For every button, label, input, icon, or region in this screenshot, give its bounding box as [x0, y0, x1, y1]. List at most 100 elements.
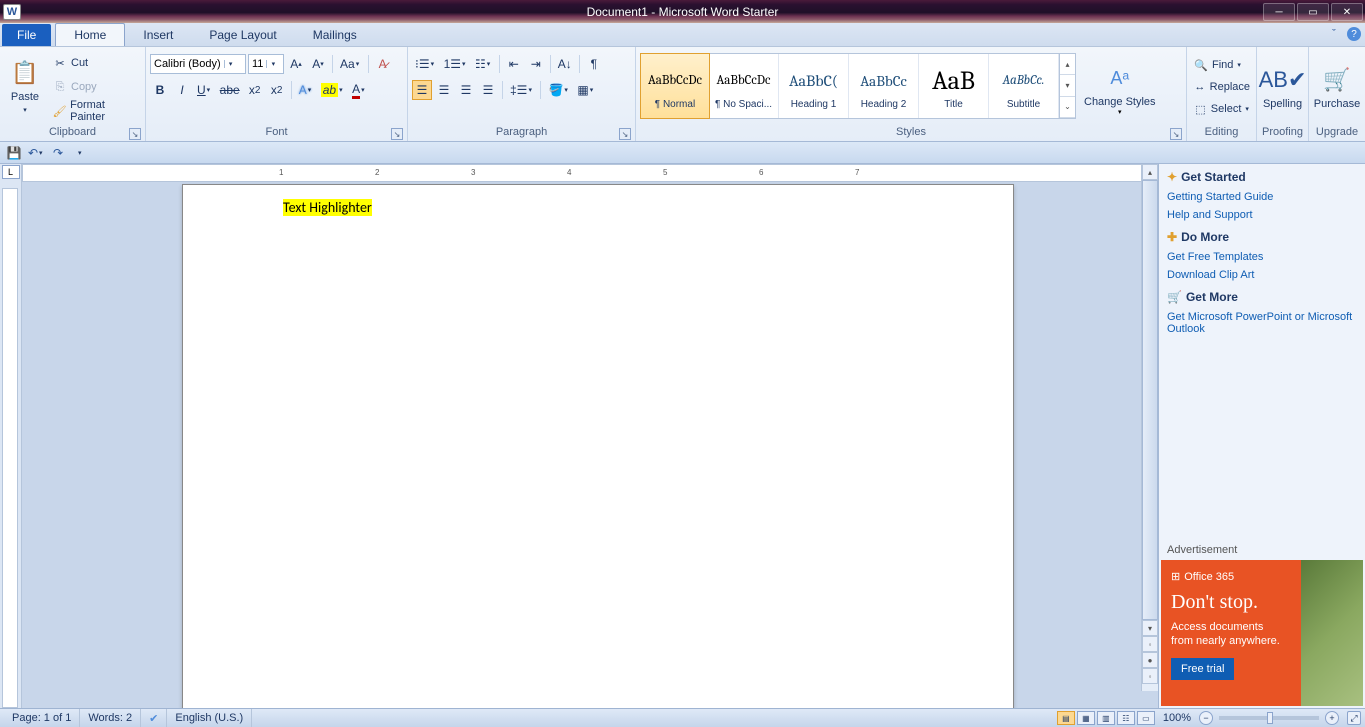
style-item-subtitle[interactable]: AaBbCc.Subtitle — [989, 54, 1059, 118]
zoom-out-button[interactable]: − — [1199, 711, 1213, 725]
zoom-in-button[interactable]: + — [1325, 711, 1339, 725]
scroll-up-button[interactable]: ▴ — [1142, 164, 1158, 180]
maximize-button[interactable]: ▭ — [1297, 3, 1329, 21]
zoom-level[interactable]: 100% — [1157, 712, 1197, 724]
undo-button[interactable]: ↶▾ — [26, 144, 46, 162]
purchase-button[interactable]: 🛒 Purchase — [1313, 49, 1361, 125]
previous-page-button[interactable]: ◦ — [1142, 636, 1158, 652]
style-item-heading-1[interactable]: AaBbC(Heading 1 — [779, 54, 849, 118]
getting-started-guide-link[interactable]: Getting Started Guide — [1167, 188, 1357, 206]
styles-gallery[interactable]: AaBbCcDc¶ NormalAaBbCcDc¶ No Spaci...AaB… — [640, 53, 1076, 119]
copy-button[interactable]: ⎘Copy — [50, 76, 141, 98]
get-powerpoint-outlook-link[interactable]: Get Microsoft PowerPoint or Microsoft Ou… — [1167, 308, 1357, 338]
close-button[interactable]: ✕ — [1331, 3, 1363, 21]
line-spacing-button[interactable]: ‡☰▾ — [507, 80, 536, 100]
align-center-button[interactable]: ☰ — [434, 80, 454, 100]
document-text[interactable]: Text Highlighter — [283, 199, 372, 216]
horizontal-ruler[interactable]: 1234567 — [22, 164, 1156, 182]
numbering-button[interactable]: 1☰▾ — [441, 54, 470, 74]
change-styles-button[interactable]: Aᵃ Change Styles ▾ — [1080, 53, 1160, 125]
page-indicator[interactable]: Page: 1 of 1 — [4, 709, 80, 727]
shading-button[interactable]: 🪣▾ — [545, 80, 572, 100]
style-item---normal[interactable]: AaBbCcDc¶ Normal — [640, 53, 710, 119]
spelling-button[interactable]: AB✔ Spelling — [1261, 49, 1304, 125]
clear-formatting-button[interactable]: A̷ — [373, 54, 393, 74]
subscript-button[interactable]: x2 — [245, 80, 265, 100]
browse-object-button[interactable]: ● — [1142, 652, 1158, 668]
style-item-heading-2[interactable]: AaBbCcHeading 2 — [849, 54, 919, 118]
minimize-ribbon-icon[interactable]: ˇ — [1327, 27, 1341, 41]
help-icon[interactable]: ? — [1347, 27, 1361, 41]
scroll-down-button[interactable]: ▾ — [1142, 620, 1158, 636]
bold-button[interactable]: B — [150, 80, 170, 100]
justify-button[interactable]: ☰ — [478, 80, 498, 100]
shrink-font-button[interactable]: A▾ — [308, 54, 328, 74]
vertical-ruler[interactable] — [2, 188, 18, 708]
free-trial-button[interactable]: Free trial — [1171, 658, 1234, 680]
gallery-row-up[interactable]: ▴ — [1060, 54, 1075, 75]
style-item---no-spaci---[interactable]: AaBbCcDc¶ No Spaci... — [709, 54, 779, 118]
gallery-more[interactable]: ⌄ — [1060, 97, 1075, 118]
tab-page-layout[interactable]: Page Layout — [191, 24, 294, 46]
redo-button[interactable]: ↷ — [48, 144, 68, 162]
save-button[interactable]: 💾 — [4, 144, 24, 162]
language-indicator[interactable]: English (U.S.) — [167, 709, 252, 727]
next-page-button[interactable]: ◦ — [1142, 668, 1158, 684]
tab-mailings[interactable]: Mailings — [295, 24, 375, 46]
full-screen-view-button[interactable]: ▦ — [1077, 711, 1095, 725]
borders-button[interactable]: ▦▾ — [574, 80, 597, 100]
draft-view-button[interactable]: ▭ — [1137, 711, 1155, 725]
align-right-button[interactable]: ☰ — [456, 80, 476, 100]
styles-launcher[interactable]: ↘ — [1170, 128, 1182, 140]
clipboard-launcher[interactable]: ↘ — [129, 128, 141, 140]
get-free-templates-link[interactable]: Get Free Templates — [1167, 248, 1357, 266]
find-button[interactable]: 🔍Find▾ — [1191, 54, 1252, 76]
help-and-support-link[interactable]: Help and Support — [1167, 206, 1357, 224]
increase-indent-button[interactable]: ⇥ — [526, 54, 546, 74]
outline-view-button[interactable]: ☷ — [1117, 711, 1135, 725]
scroll-thumb[interactable] — [1142, 180, 1158, 620]
tab-home[interactable]: Home — [55, 23, 125, 46]
highlight-color-button[interactable]: ab▾ — [318, 80, 347, 100]
paragraph-launcher[interactable]: ↘ — [619, 128, 631, 140]
zoom-slider[interactable] — [1219, 716, 1319, 720]
font-launcher[interactable]: ↘ — [391, 128, 403, 140]
gallery-row-down[interactable]: ▾ — [1060, 75, 1075, 96]
print-layout-view-button[interactable]: ▤ — [1057, 711, 1075, 725]
align-left-button[interactable]: ☰ — [412, 80, 432, 100]
sort-button[interactable]: A↓ — [555, 54, 575, 74]
underline-button[interactable]: U▾ — [194, 80, 215, 100]
italic-button[interactable]: I — [172, 80, 192, 100]
select-button[interactable]: ⬚Select▾ — [1191, 98, 1252, 120]
tab-insert[interactable]: Insert — [125, 24, 191, 46]
multilevel-list-button[interactable]: ☷▾ — [472, 54, 495, 74]
decrease-indent-button[interactable]: ⇤ — [504, 54, 524, 74]
proofing-status[interactable]: ✔ — [141, 709, 167, 727]
change-case-button[interactable]: Aa▾ — [337, 54, 364, 74]
qat-customize-button[interactable]: ▾ — [70, 144, 90, 162]
advertisement-body[interactable]: ⊞Office 365 Don't stop. Access documents… — [1161, 560, 1363, 706]
zoom-fit-button[interactable]: ⤢ — [1347, 711, 1361, 725]
bullets-button[interactable]: ⁝☰▾ — [412, 54, 439, 74]
paste-button[interactable]: 📋 Paste▾ — [4, 49, 46, 125]
tab-file[interactable]: File — [2, 24, 51, 46]
document-page[interactable]: Text Highlighter — [182, 184, 1014, 708]
word-count[interactable]: Words: 2 — [80, 709, 141, 727]
style-item-title[interactable]: AaBTitle — [919, 54, 989, 118]
text-effects-button[interactable]: A▾ — [296, 80, 316, 100]
zoom-slider-handle[interactable] — [1267, 712, 1273, 724]
format-painter-button[interactable]: 🖌Format Painter — [50, 100, 141, 122]
download-clip-art-link[interactable]: Download Clip Art — [1167, 266, 1357, 284]
web-layout-view-button[interactable]: ▥ — [1097, 711, 1115, 725]
font-name-combo[interactable]: Calibri (Body)▾ — [150, 54, 246, 74]
cut-button[interactable]: ✂Cut — [50, 52, 141, 74]
grow-font-button[interactable]: A▴ — [286, 54, 306, 74]
minimize-button[interactable]: ─ — [1263, 3, 1295, 21]
show-hide-button[interactable]: ¶ — [584, 54, 604, 74]
strikethrough-button[interactable]: abe — [217, 80, 243, 100]
font-color-button[interactable]: A▾ — [349, 80, 369, 100]
font-size-combo[interactable]: 11▾ — [248, 54, 284, 74]
vertical-scrollbar[interactable]: ▴ ▾ ◦ ● ◦ — [1141, 164, 1158, 691]
superscript-button[interactable]: x2 — [267, 80, 287, 100]
replace-button[interactable]: ↔Replace — [1191, 76, 1252, 98]
